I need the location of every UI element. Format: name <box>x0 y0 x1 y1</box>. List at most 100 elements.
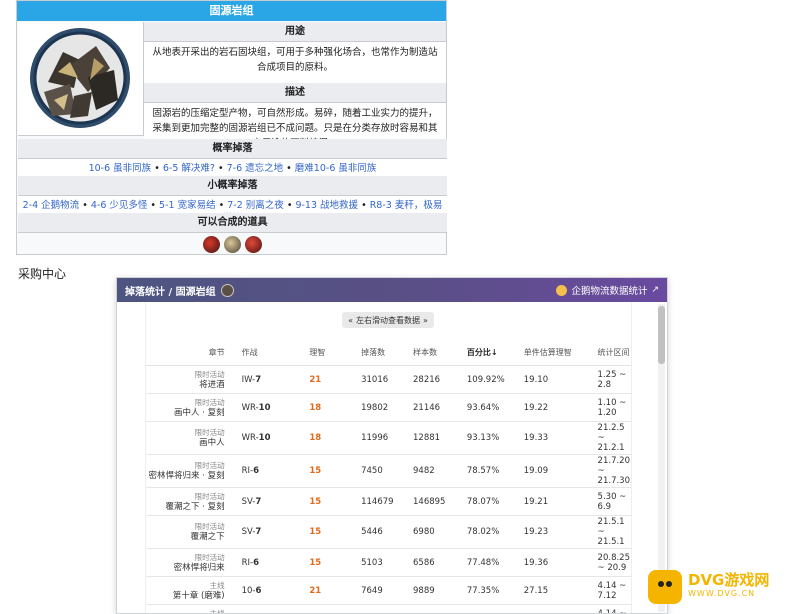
drops-cell: 31016 <box>360 365 412 394</box>
stage-number: 7 <box>255 496 262 507</box>
material-icon[interactable] <box>203 236 220 253</box>
col-samples[interactable]: 样本数 <box>412 339 466 366</box>
probable-drop-heading: 概率掉落 <box>18 139 447 159</box>
scrollbar-thumb[interactable] <box>658 306 665 364</box>
table-row[interactable]: 限时活动 密林悍将归来 RI-6 15 5103 6586 77.48% 19.36 20.8.… <box>146 548 631 577</box>
chapter-name: 密林悍将归来 <box>173 562 225 573</box>
stage-cell[interactable]: SV-7 <box>240 487 309 516</box>
percentage-cell: 78.07% <box>465 487 523 516</box>
percentage-cell: 76.28% <box>465 604 523 613</box>
penguin-stats-link[interactable]: 企鹅物流数据统计 ↗ <box>556 283 659 297</box>
stage-number: 6 <box>255 585 262 596</box>
col-period[interactable]: 统计区间 <box>596 339 631 366</box>
drops-cell: 8333 <box>360 604 412 613</box>
stage-cell[interactable]: 10-6 <box>240 604 309 613</box>
period-cell: 21.5.1 ~ 21.5.1 <box>596 515 631 549</box>
chapter-name: 密林悍将归来 · 复刻 <box>148 471 225 481</box>
chapter-type: 限时活动 <box>194 428 225 437</box>
period-cell: 4.14 ~ 7.12 <box>596 604 631 613</box>
stage-number: 10 <box>258 402 271 413</box>
table-row[interactable]: 限时活动 覆潮之下 SV-7 15 5446 6980 78.02% 19.23 21.5.1 … <box>146 515 631 549</box>
drops-cell: 19802 <box>360 393 412 422</box>
drop-link[interactable]: 7-6 遗忘之地 <box>227 163 284 174</box>
table-row[interactable]: 限时活动 密林悍将归来 · 复刻 RI-6 15 7450 9482 78.57% 19.09… <box>146 454 631 488</box>
description-heading: 描述 <box>144 83 446 103</box>
period-cell: 1.10 ~ 1.20 <box>596 393 631 422</box>
samples-cell: 12881 <box>412 421 466 455</box>
drops-cell: 11996 <box>360 421 412 455</box>
material-icon[interactable] <box>224 236 241 253</box>
stage-prefix: SV- <box>241 527 256 537</box>
rock-cluster-icon <box>30 28 130 128</box>
rare-drop-heading: 小概率掉落 <box>18 176 447 196</box>
drop-link[interactable]: 6-5 解决难? <box>163 163 215 174</box>
chapter-cell: 限时活动 覆潮之下 · 复刻 <box>146 487 241 516</box>
chapter-cell: 主线 第十章 (磨难) <box>146 576 241 605</box>
table-row[interactable]: 限时活动 覆潮之下 · 复刻 SV-7 15 114679 146895 78.07% 19.… <box>146 487 631 516</box>
stage-prefix: WR- <box>241 402 259 413</box>
per-item-sanity-cell: 19.33 <box>522 421 597 455</box>
chapter-cell: 限时活动 画中人 · 复刻 <box>146 393 241 422</box>
item-infobox: 固源岩组 用途 从地表开采出的岩石固块组，可用于多种强化场合，也常作为制造站合成… <box>16 0 447 255</box>
stage-prefix: WR- <box>241 433 259 443</box>
stage-cell[interactable]: WR-10 <box>240 421 309 455</box>
col-stage[interactable]: 作战 <box>240 339 309 366</box>
per-item-sanity-cell: 27.53 <box>522 604 597 613</box>
drops-cell: 7649 <box>360 576 412 605</box>
chapter-type: 限时活动 <box>194 461 225 470</box>
col-sanity[interactable]: 理智 <box>308 339 361 366</box>
col-drops[interactable]: 掉落数 <box>360 339 412 366</box>
material-icon[interactable] <box>245 236 262 253</box>
watermark-url: WWW.DVG.CN <box>688 589 756 598</box>
percentage-cell: 78.57% <box>465 454 523 488</box>
table-row[interactable]: 限时活动 画中人 WR-10 18 11996 12881 93.13% 19.33 21.2.… <box>146 421 631 455</box>
col-per-item-sanity[interactable]: 单件估算理智 <box>522 339 597 366</box>
chapter-name: 第十章 (磨难) <box>172 590 225 601</box>
stage-cell[interactable]: RI-6 <box>240 548 309 577</box>
penguin-logo-icon <box>556 284 568 296</box>
stage-cell[interactable]: SV-7 <box>240 515 309 549</box>
table-row[interactable]: 限时活动 画中人 · 复刻 WR-10 18 19802 21146 93.64% 19.22… <box>146 393 631 422</box>
drop-link[interactable]: 5-1 宽家易结 <box>159 200 216 211</box>
drop-link[interactable]: 4-6 少见多怪 <box>91 200 148 211</box>
per-item-sanity-cell: 19.09 <box>522 454 597 488</box>
drop-link[interactable]: 7-2 别离之夜 <box>227 200 284 211</box>
chapter-cell: 限时活动 覆潮之下 <box>146 515 241 549</box>
drop-link[interactable]: 10-6 虽非同族 <box>89 163 152 174</box>
samples-cell: 21146 <box>412 393 466 422</box>
drop-link[interactable]: 2-4 企鹅物流 <box>23 200 80 211</box>
gamepad-logo-icon <box>648 570 682 604</box>
chapter-cell: 限时活动 将进酒 <box>146 365 241 394</box>
vertical-scrollbar[interactable] <box>658 304 665 612</box>
stats-header: 掉落统计 / 固源岩组 企鹅物流数据统计 ↗ <box>117 278 667 302</box>
stage-cell[interactable]: IW-7 <box>240 365 309 394</box>
per-item-sanity-cell: 19.21 <box>522 487 597 516</box>
table-row[interactable]: 主线 第十章 (磨难) 10-6 21 7649 9889 77.35% 27.15 4.14 … <box>146 576 631 605</box>
chapter-name: 覆潮之下 · 复刻 <box>165 501 225 512</box>
sort-desc-icon: ↓ <box>490 347 498 357</box>
chevron-right-icon: » <box>423 315 428 325</box>
stage-cell[interactable]: 10-6 <box>240 576 309 605</box>
sanity-cell: 18 <box>308 393 361 422</box>
craftable-heading: 可以合成的道具 <box>18 213 447 233</box>
period-cell: 21.2.5 ~ 21.2.1 <box>596 421 631 455</box>
col-chapter[interactable]: 章节 <box>146 339 241 366</box>
percentage-cell: 78.02% <box>465 515 523 549</box>
table-row[interactable]: 主线第十章 (标准)10-62183331092476.28%27.534.14… <box>146 604 631 613</box>
chapter-type: 主线 <box>209 580 225 590</box>
stray-text: 采购中心 <box>18 267 67 281</box>
drop-link[interactable]: 9-13 战地救援 <box>295 200 358 211</box>
stage-prefix: RI- <box>241 466 254 476</box>
period-cell: 5.30 ~ 6.9 <box>596 487 631 516</box>
table-row[interactable]: 限时活动 将进酒 IW-7 21 31016 28216 109.92% 19.10 1.25 … <box>146 365 631 394</box>
drop-link[interactable]: 磨难10-6 虽非同族 <box>295 163 377 174</box>
stage-number: 6 <box>253 557 260 568</box>
stats-table-area[interactable]: « 左右滑动查看数据 » 章节 作战 理智 掉落数 样本数 百分比↓ 单件估算理… <box>145 302 632 613</box>
drops-cell: 7450 <box>360 454 412 488</box>
col-percentage[interactable]: 百分比↓ <box>465 339 523 366</box>
stage-prefix: 10- <box>241 585 256 596</box>
source-label: 企鹅物流数据统计 <box>571 286 648 297</box>
stage-cell[interactable]: RI-6 <box>240 454 309 488</box>
stage-cell[interactable]: WR-10 <box>240 393 309 422</box>
drop-stats-panel: 掉落统计 / 固源岩组 企鹅物流数据统计 ↗ « 左右滑动查看数据 » 章节 作… <box>116 277 668 614</box>
